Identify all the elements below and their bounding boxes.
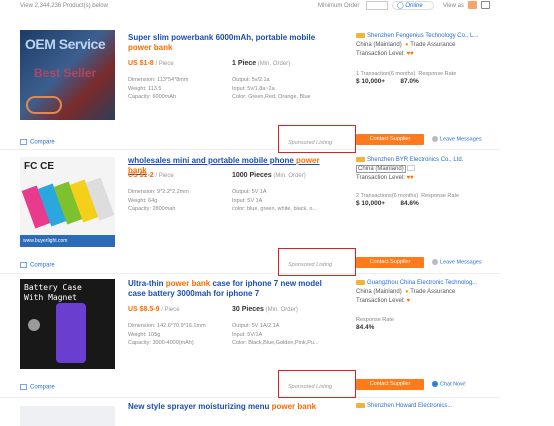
view-as-label: View as — [443, 3, 464, 9]
supplier-info: Shenzhen Fengenius Technology Co., L... … — [356, 32, 479, 57]
chat-now-link[interactable]: Chat Now! — [432, 381, 466, 387]
gold-supplier-icon — [356, 32, 365, 38]
product-specs-left: Dimension: 9*2.2*2.2mm Weight: 64g Capacit… — [128, 189, 189, 212]
thumb-text: Battery Case — [24, 283, 82, 292]
thumb-text: www.buyerlight.com — [20, 235, 115, 247]
compare-checkbox[interactable]: Compare — [20, 139, 55, 146]
gold-supplier-icon — [356, 156, 365, 162]
contact-supplier-button[interactable]: Contact Supplier — [356, 257, 424, 268]
product-image[interactable] — [20, 406, 115, 426]
sponsored-label: Sponsored Listing — [288, 384, 333, 390]
supplier-stats: 2 Transactions(6 months) Response Rate $… — [356, 193, 460, 207]
level-icon: ♥♥ — [406, 175, 414, 181]
trade-assurance-icon: ● — [405, 42, 409, 48]
min-order-input[interactable] — [366, 1, 388, 10]
product-image[interactable]: Battery Case With Magnet — [20, 279, 115, 369]
contact-supplier-button[interactable]: Contact Supplier — [356, 134, 424, 145]
supplier-link[interactable]: Shenzhen Howard Electronics... — [367, 403, 452, 409]
product-price: US $1-8 / Piece — [128, 60, 174, 67]
leave-message-link[interactable]: Leave Messages — [432, 259, 482, 265]
online-filter-toggle[interactable]: ◯ Online — [392, 1, 434, 10]
result-count: View 2,344,236 Product(s) below — [20, 3, 108, 9]
product-title-link[interactable]: Super slim powerbank 6000mAh, portable m… — [128, 33, 338, 53]
grid-view-icon[interactable] — [481, 1, 490, 9]
trade-assurance-icon: ● — [405, 289, 409, 295]
thumb-text: With Magnet — [24, 293, 77, 302]
product-price: US $8.5-9 / Piece — [128, 306, 180, 313]
product-image[interactable]: OEM Service Best Seller — [20, 30, 115, 120]
compare-checkbox[interactable]: Compare — [20, 262, 55, 269]
sponsored-label: Sponsored Listing — [288, 140, 333, 146]
product-specs-left: Dimension: 113*54*8mm Weight: 113.5 Capaci… — [128, 77, 189, 100]
supplier-link[interactable]: Shenzhen BYR Electronics Co., Ltd. — [367, 157, 463, 163]
min-order: 1 Piece (Min. Order) — [232, 60, 291, 67]
product-specs-right: Output: 5V 1A/2.1A Input: 5V/1A Color: Bla… — [232, 323, 319, 346]
product-price: US $1-2 / Piece — [128, 172, 174, 179]
contact-supplier-button[interactable]: Contact Supplier — [356, 379, 424, 390]
min-order: 30 Pieces (Min. Order) — [232, 306, 298, 313]
level-icon: ♥♥ — [406, 51, 414, 57]
level-icon: ♥ — [406, 298, 411, 304]
location-tooltip: China (Mainland) — [356, 165, 406, 173]
highlight-box — [278, 125, 356, 153]
min-order-label: Minimum Order — [318, 3, 360, 9]
leave-message-link[interactable]: Leave Messages — [432, 136, 482, 142]
gold-supplier-icon — [356, 402, 365, 408]
flag-icon — [407, 165, 416, 172]
results-toolbar: View 2,344,236 Product(s) below Minimum … — [0, 0, 554, 22]
supplier-link[interactable]: Guangzhou China Electronic Technolog... — [367, 280, 477, 286]
product-image[interactable]: FC CE www.buyerlight.com — [20, 157, 115, 247]
compare-checkbox[interactable]: Compare — [20, 384, 55, 391]
product-title-link[interactable]: Ultra-thin power bank case for iphone 7 … — [128, 279, 338, 299]
supplier-info: Shenzhen BYR Electronics Co., Ltd. China… — [356, 156, 464, 181]
supplier-info: Guangzhou China Electronic Technolog... … — [356, 279, 478, 304]
product-specs-right: Output: 5V 1A Input: 5V 1A color: blue, gr… — [232, 189, 317, 212]
sponsored-label: Sponsored Listing — [288, 262, 333, 268]
min-order: 1000 Pieces (Min. Order) — [232, 172, 306, 179]
supplier-info: Shenzhen Howard Electronics... — [356, 402, 506, 411]
thumb-text: Best Seller — [34, 66, 97, 80]
product-specs-right: Output: 5v/2.1a Input: 5v/1.8a~2a Color: G… — [232, 77, 311, 100]
supplier-link[interactable]: Shenzhen Fengenius Technology Co., L... — [367, 33, 478, 39]
supplier-stats: Response Rate 84.4% — [356, 317, 394, 331]
product-specs-left: Dimension: 142.6*70.9*16.1mm Weight: 105g… — [128, 323, 206, 346]
product-title-link[interactable]: New style sprayer moisturizing menu powe… — [128, 402, 338, 412]
list-view-icon[interactable] — [468, 1, 477, 9]
supplier-stats: 1 Transaction(6 months) Response Rate $ … — [356, 71, 457, 85]
gold-supplier-icon — [356, 279, 365, 285]
thumb-text: OEM Service — [25, 36, 106, 52]
thumb-text: FC CE — [24, 161, 54, 172]
